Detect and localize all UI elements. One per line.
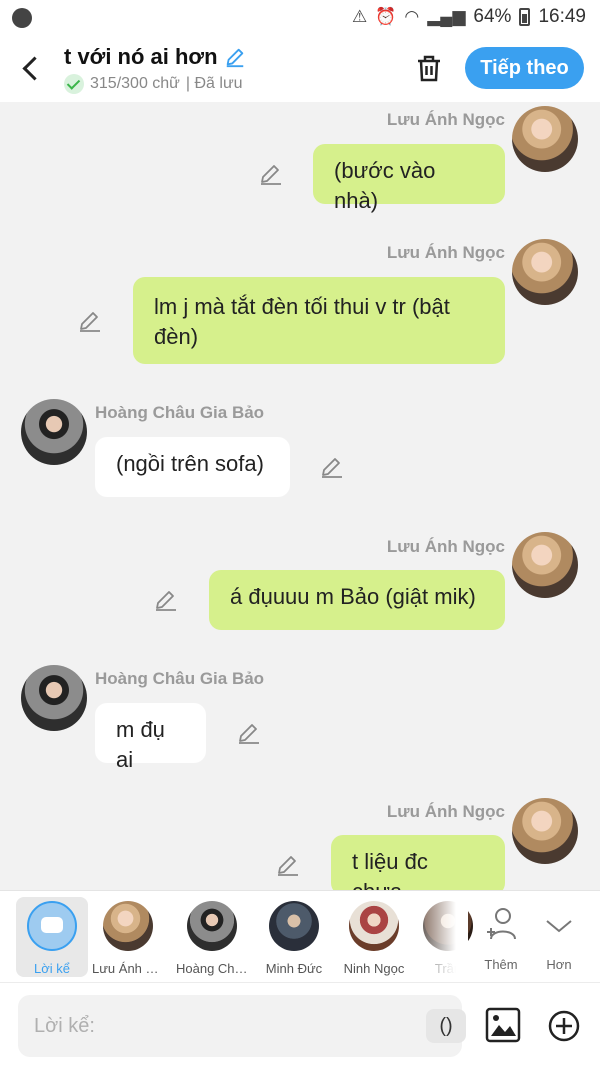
character-narrator[interactable]: Lời kể [16, 897, 88, 977]
clock: 16:49 [538, 6, 586, 27]
character-ninh-ngoc[interactable]: Ninh Ngọc [338, 897, 410, 977]
edit-message-icon[interactable] [259, 162, 283, 186]
avatar[interactable] [21, 665, 87, 731]
status-icons: ⚠ ⏰ ◠ ▂▄▆ 64% 16:49 [352, 6, 586, 28]
trash-icon[interactable] [413, 52, 445, 84]
message-bubble[interactable]: (bước vào nhà) [313, 144, 505, 213]
add-person-icon [487, 908, 516, 940]
edit-message-icon[interactable] [276, 853, 300, 877]
message-bubble[interactable]: á đụuuu m Bảo (giật mik) [209, 570, 505, 630]
character-bar: Lời kể Lưu Ánh Ngọc Hoàng Châu Gia Bảo M… [0, 890, 600, 982]
narrator-icon [27, 901, 77, 951]
battery-icon [519, 8, 531, 26]
more-button[interactable]: Hơn [530, 897, 588, 977]
check-icon [64, 74, 84, 94]
speaker-name: Lưu Ánh Ngọc [386, 802, 505, 821]
narration-input[interactable] [34, 995, 404, 1057]
character-minh-duc[interactable]: Minh Đức [258, 897, 330, 977]
character-label: Ninh Ngọc [343, 961, 405, 976]
speaker-name: Lưu Ánh Ngọc [386, 537, 505, 556]
avatar [269, 901, 319, 951]
image-icon[interactable] [485, 1007, 521, 1043]
add-character-button[interactable]: Thêm [472, 897, 530, 977]
character-label: Lưu Ánh Ngọc [92, 961, 164, 976]
signal-icon: ▂▄▆ [427, 7, 466, 26]
char-count: 315/300 chữ [90, 75, 180, 92]
character-label: Hoàng Châu Gia Bảo [176, 961, 248, 976]
status-bar: ⚠ ⏰ ◠ ▂▄▆ 64% 16:49 [0, 0, 600, 36]
edit-message-icon[interactable] [320, 455, 344, 479]
message-bubble[interactable]: (ngồi trên sofa) [95, 437, 290, 497]
character-luu-anh-ngoc[interactable]: Lưu Ánh Ngọc [92, 897, 164, 977]
battery-percent: 64% [473, 6, 512, 27]
more-label: Hơn [546, 957, 572, 972]
speaker-name: Lưu Ánh Ngọc [386, 243, 505, 262]
saved-label: | Đã lưu [185, 75, 243, 92]
avatar[interactable] [512, 239, 578, 305]
edit-message-icon[interactable] [154, 588, 178, 612]
story-title[interactable]: t với nó ai hơn [64, 44, 246, 70]
edit-message-icon[interactable] [237, 721, 261, 745]
speaker-name: Hoàng Châu Gia Bảo [95, 403, 265, 422]
speaker-name: Lưu Ánh Ngọc [386, 110, 505, 129]
avatar [103, 901, 153, 951]
avatar[interactable] [512, 532, 578, 598]
back-arrow-icon[interactable] [18, 50, 48, 84]
input-bar: () [0, 982, 600, 1067]
message-input-box[interactable]: () [18, 995, 466, 1057]
chevron-down-icon [546, 920, 572, 933]
avatar[interactable] [21, 399, 87, 465]
edit-title-icon[interactable] [224, 46, 246, 68]
add-icon[interactable] [547, 1009, 581, 1043]
edit-message-icon[interactable] [78, 309, 102, 333]
speaker-name: Hoàng Châu Gia Bảo [95, 669, 265, 688]
vpn-icon: ⚠ [351, 7, 368, 26]
avatar [349, 901, 399, 951]
app-notification-icon [12, 8, 32, 28]
chat-area[interactable]: Lưu Ánh Ngọc (bước vào nhà) Lưu Ánh Ngọc… [0, 102, 600, 890]
character-hoang-chau-gia-bao[interactable]: Hoàng Châu Gia Bảo [176, 897, 248, 977]
message-bubble[interactable]: t liệu đc chưa [331, 835, 505, 890]
character-label: Lời kể [34, 961, 70, 976]
message-bubble[interactable]: m đụ ai [95, 703, 206, 772]
top-bar: t với nó ai hơn 315/300 chữ | Đã lưu Tiế… [0, 36, 600, 102]
alarm-icon: ⏰ [375, 7, 397, 26]
avatar[interactable] [512, 798, 578, 864]
title-text: t với nó ai hơn [64, 44, 218, 69]
avatar [187, 901, 237, 951]
character-label: Minh Đức [265, 961, 323, 976]
next-button[interactable]: Tiếp theo [465, 47, 584, 89]
message-bubble[interactable]: lm j mà tắt đèn tối thui v tr (bật đèn) [133, 277, 505, 364]
add-label: Thêm [484, 957, 518, 972]
save-status: 315/300 chữ | Đã lưu [64, 74, 243, 94]
scroll-fade [408, 891, 468, 981]
parenthesis-button[interactable]: () [426, 1009, 466, 1043]
wifi-icon: ◠ [404, 7, 420, 26]
avatar[interactable] [512, 106, 578, 172]
